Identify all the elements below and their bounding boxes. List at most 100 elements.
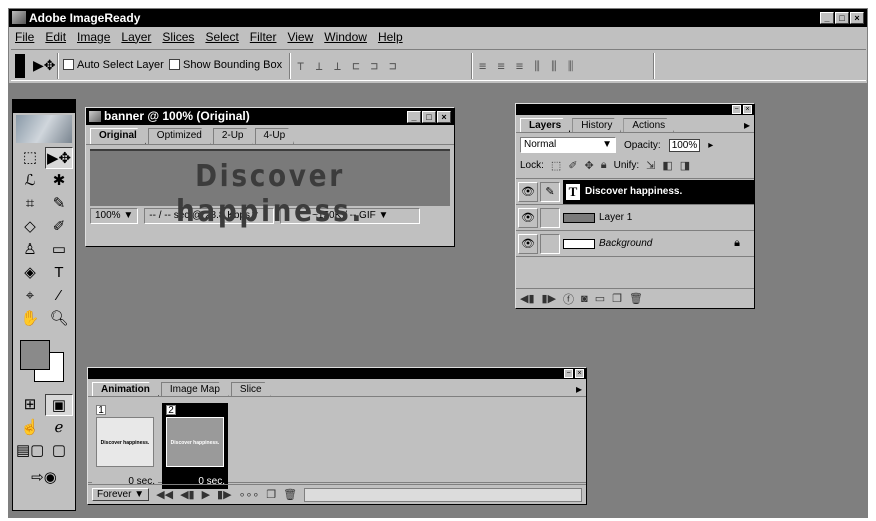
animation-frame[interactable]: 1 Discover happiness. 0 sec. bbox=[92, 403, 158, 489]
lasso-tool-icon[interactable]: ℒ bbox=[16, 170, 44, 192]
magic-wand-icon[interactable]: ✱ bbox=[45, 170, 73, 192]
lock-transparency-icon[interactable]: ⬚ bbox=[551, 159, 561, 172]
previous-frame-icon[interactable]: ◀▮ bbox=[520, 292, 535, 305]
marquee-tool-icon[interactable]: ⬚ bbox=[16, 147, 44, 169]
loop-select[interactable]: Forever ▼ bbox=[92, 488, 150, 501]
menu-view[interactable]: View bbox=[287, 30, 313, 44]
layer-effects-icon[interactable]: ⓕ bbox=[563, 291, 574, 307]
tab-image-map[interactable]: Image Map bbox=[160, 382, 229, 396]
palette-close-icon[interactable]: × bbox=[575, 369, 584, 378]
image-map-tool-icon[interactable]: ⌖ bbox=[16, 285, 44, 307]
preview-in-browser-icon[interactable]: ℯ bbox=[45, 417, 73, 439]
previous-frame-icon[interactable]: ◀▮ bbox=[180, 488, 195, 501]
menu-filter[interactable]: Filter bbox=[250, 30, 277, 44]
layer-row[interactable]: 👁︎ Background 🔒︎ bbox=[516, 231, 754, 257]
foreground-color-swatch[interactable] bbox=[20, 340, 50, 370]
unify-visibility-icon[interactable]: ◧ bbox=[662, 159, 672, 172]
menu-select[interactable]: Select bbox=[205, 30, 238, 44]
unify-style-icon[interactable]: ◨ bbox=[680, 159, 690, 172]
animation-palette-title-bar[interactable]: − × bbox=[88, 368, 586, 379]
distribute-buttons-icon[interactable]: ≡ ≡ ≡ ⫼ ⫼ ⫼ bbox=[479, 59, 575, 74]
full-screen-icon[interactable]: ▢ bbox=[45, 440, 73, 462]
tab-slice[interactable]: Slice bbox=[230, 382, 271, 396]
menu-help[interactable]: Help bbox=[378, 30, 403, 44]
stamp-tool-icon[interactable]: ♙ bbox=[16, 239, 44, 261]
zoom-tool-icon[interactable]: 🔍︎ bbox=[45, 308, 73, 330]
opacity-slider-icon[interactable]: ▸ bbox=[708, 140, 713, 151]
palette-minimize-icon[interactable]: − bbox=[564, 369, 573, 378]
link-icon[interactable] bbox=[540, 207, 560, 228]
blend-mode-select[interactable]: Normal ▼ bbox=[520, 137, 616, 153]
doc-minimize-button[interactable]: _ bbox=[407, 111, 421, 123]
lock-image-icon[interactable]: ✐ bbox=[568, 159, 577, 172]
tab-layers[interactable]: Layers bbox=[520, 118, 571, 132]
tab-history[interactable]: History bbox=[572, 118, 622, 132]
next-frame-icon[interactable]: ▮▶ bbox=[542, 292, 557, 305]
menu-slices[interactable]: Slices bbox=[162, 30, 194, 44]
eye-icon[interactable]: 👁︎ bbox=[518, 207, 538, 228]
menu-image[interactable]: Image bbox=[77, 30, 110, 44]
doc-maximize-button[interactable]: □ bbox=[422, 111, 436, 123]
link-icon[interactable] bbox=[540, 233, 560, 254]
menu-edit[interactable]: Edit bbox=[45, 30, 66, 44]
opacity-field[interactable]: 100% bbox=[668, 138, 701, 152]
duplicate-frame-icon[interactable]: ❐ bbox=[266, 488, 276, 501]
auto-select-layer-option[interactable]: Auto Select Layer bbox=[63, 59, 164, 71]
tab-animation[interactable]: Animation bbox=[92, 382, 159, 396]
animation-frame[interactable]: 2 Discover happiness. 0 sec. bbox=[162, 403, 228, 489]
jump-to-photoshop-icon[interactable]: ⇨◉ bbox=[13, 468, 75, 486]
close-button[interactable]: × bbox=[850, 12, 864, 24]
next-frame-icon[interactable]: ▮▶ bbox=[217, 488, 232, 501]
maximize-button[interactable]: □ bbox=[835, 12, 849, 24]
pencil-tool-icon[interactable]: ✐ bbox=[45, 216, 73, 238]
options-grip[interactable] bbox=[15, 54, 25, 78]
layer-row[interactable]: 👁︎ ✎ T Discover happiness. bbox=[516, 179, 754, 205]
menu-layer[interactable]: Layer bbox=[121, 30, 151, 44]
document-canvas[interactable]: Discover happiness. bbox=[90, 149, 450, 229]
auto-select-layer-checkbox[interactable] bbox=[63, 59, 74, 70]
paintbrush-icon[interactable]: ✎ bbox=[540, 181, 560, 202]
tab-4-up[interactable]: 4-Up bbox=[254, 128, 295, 144]
minimize-button[interactable]: _ bbox=[820, 12, 834, 24]
eye-icon[interactable]: 👁︎ bbox=[518, 181, 538, 202]
align-buttons-icon[interactable]: ⊤ ⊥ ⊥ ⊏ ⊐ ⊐ bbox=[297, 59, 398, 73]
lock-all-icon[interactable]: 🔒︎ bbox=[601, 159, 607, 172]
screen-mode-icon[interactable]: ▤▢ bbox=[16, 440, 44, 462]
trash-icon[interactable]: 🗑︎ bbox=[629, 292, 643, 305]
tab-actions[interactable]: Actions bbox=[623, 118, 675, 132]
slice-tool-icon[interactable]: ✎ bbox=[45, 193, 73, 215]
tab-2-up[interactable]: 2-Up bbox=[212, 128, 253, 144]
tab-optimized[interactable]: Optimized bbox=[147, 128, 211, 144]
doc-close-button[interactable]: × bbox=[437, 111, 451, 123]
rollover-preview-icon[interactable]: ☝ bbox=[16, 417, 44, 439]
show-bounding-box-checkbox[interactable] bbox=[169, 59, 180, 70]
toggle-image-map-visibility-icon[interactable]: ⊞ bbox=[16, 394, 44, 416]
frames-scrollbar[interactable] bbox=[304, 487, 582, 502]
palette-menu-icon[interactable]: ▸ bbox=[576, 382, 582, 396]
layers-palette-title-bar[interactable]: − × bbox=[516, 104, 754, 115]
show-bounding-box-option[interactable]: Show Bounding Box bbox=[169, 59, 282, 71]
layer-row[interactable]: 👁︎ Layer 1 bbox=[516, 205, 754, 231]
palette-minimize-icon[interactable]: − bbox=[732, 105, 741, 114]
new-layer-icon[interactable]: ❐ bbox=[612, 292, 622, 305]
lock-position-icon[interactable]: ✥ bbox=[585, 159, 594, 172]
play-icon[interactable]: ▶ bbox=[202, 488, 210, 501]
toggle-slice-visibility-icon[interactable]: ▣ bbox=[45, 394, 73, 416]
delete-frame-icon[interactable]: 🗑︎ bbox=[283, 488, 297, 501]
unify-position-icon[interactable]: ⇲ bbox=[646, 159, 655, 172]
crop-tool-icon[interactable]: ⌗ bbox=[16, 193, 44, 215]
tab-original[interactable]: Original bbox=[90, 128, 146, 144]
layer-mask-icon[interactable]: ◙ bbox=[581, 293, 588, 305]
eye-icon[interactable]: 👁︎ bbox=[518, 233, 538, 254]
eyedropper-tool-icon[interactable]: ⁄ bbox=[45, 285, 73, 307]
document-title-bar[interactable]: banner @ 100% (Original) _ □ × bbox=[86, 108, 454, 125]
palette-menu-icon[interactable]: ▸ bbox=[744, 118, 750, 132]
paint-bucket-icon[interactable]: ◈ bbox=[16, 262, 44, 284]
palette-close-icon[interactable]: × bbox=[743, 105, 752, 114]
hand-tool-icon[interactable]: ✋ bbox=[16, 308, 44, 330]
first-frame-icon[interactable]: ◀◀ bbox=[156, 488, 173, 501]
tween-icon[interactable]: ∘∘∘ bbox=[239, 488, 260, 501]
imageready-eye-logo[interactable] bbox=[16, 115, 72, 143]
move-tool-button-icon[interactable]: ▶✥ bbox=[45, 147, 73, 169]
new-set-icon[interactable]: ▭ bbox=[595, 292, 605, 305]
